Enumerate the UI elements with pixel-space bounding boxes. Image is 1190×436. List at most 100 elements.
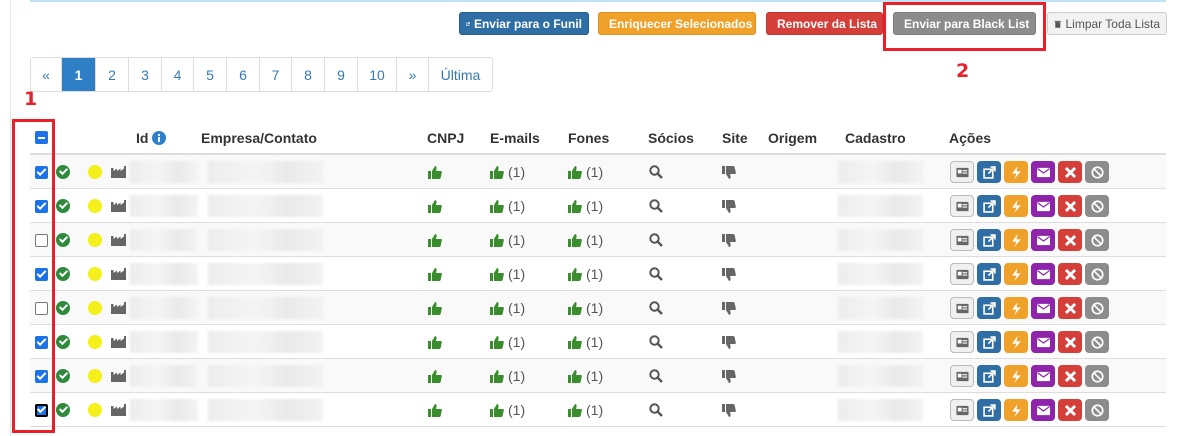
cnpj-cell[interactable] — [428, 189, 442, 223]
page-2[interactable]: 2 — [96, 58, 129, 91]
header-id[interactable]: Id — [136, 130, 167, 146]
emails-cell[interactable]: (1) — [490, 155, 525, 189]
emails-cell[interactable]: (1) — [490, 257, 525, 291]
emails-cell[interactable]: (1) — [490, 189, 525, 223]
header-site[interactable]: Site — [722, 130, 748, 146]
cnpj-cell[interactable] — [428, 359, 442, 393]
socios-cell[interactable] — [649, 393, 663, 427]
enrich-row-button[interactable] — [1004, 195, 1028, 217]
blacklist-row-button[interactable] — [1085, 399, 1109, 421]
pagination-prev[interactable]: « — [31, 58, 62, 91]
remove-row-button[interactable] — [1058, 229, 1082, 251]
view-card-button[interactable] — [950, 297, 974, 319]
enrich-row-button[interactable] — [1004, 229, 1028, 251]
send-to-funnel-row-button[interactable] — [977, 365, 1001, 387]
socios-cell[interactable] — [649, 223, 663, 257]
search-icon[interactable] — [649, 165, 663, 179]
redacted-company[interactable] — [208, 161, 323, 183]
info-icon[interactable] — [152, 131, 167, 145]
header-fones[interactable]: Fones — [568, 130, 609, 146]
emails-cell[interactable]: (1) — [490, 291, 525, 325]
view-card-button[interactable] — [950, 263, 974, 285]
email-row-button[interactable] — [1031, 365, 1055, 387]
page-3[interactable]: 3 — [129, 58, 162, 91]
page-8[interactable]: 8 — [292, 58, 325, 91]
cnpj-cell[interactable] — [428, 291, 442, 325]
header-cnpj[interactable]: CNPJ — [427, 130, 464, 146]
fones-cell[interactable]: (1) — [568, 223, 603, 257]
remove-row-button[interactable] — [1058, 399, 1082, 421]
blacklist-row-button[interactable] — [1085, 263, 1109, 285]
fones-cell[interactable]: (1) — [568, 393, 603, 427]
page-5[interactable]: 5 — [194, 58, 227, 91]
send-to-funnel-row-button[interactable] — [977, 331, 1001, 353]
view-card-button[interactable] — [950, 365, 974, 387]
blacklist-row-button[interactable] — [1085, 195, 1109, 217]
remove-row-button[interactable] — [1058, 297, 1082, 319]
enrich-row-button[interactable] — [1004, 365, 1028, 387]
remove-row-button[interactable] — [1058, 365, 1082, 387]
remove-row-button[interactable] — [1058, 263, 1082, 285]
emails-cell[interactable]: (1) — [490, 325, 525, 359]
send-to-funnel-row-button[interactable] — [977, 297, 1001, 319]
search-icon[interactable] — [649, 233, 663, 247]
search-icon[interactable] — [649, 267, 663, 281]
page-4[interactable]: 4 — [162, 58, 194, 91]
fones-cell[interactable]: (1) — [568, 359, 603, 393]
cnpj-cell[interactable] — [428, 223, 442, 257]
search-icon[interactable] — [649, 199, 663, 213]
cnpj-cell[interactable] — [428, 325, 442, 359]
blacklist-row-button[interactable] — [1085, 229, 1109, 251]
socios-cell[interactable] — [649, 257, 663, 291]
enrich-row-button[interactable] — [1004, 263, 1028, 285]
emails-cell[interactable]: (1) — [490, 393, 525, 427]
send-to-funnel-row-button[interactable] — [977, 229, 1001, 251]
header-socios[interactable]: Sócios — [648, 130, 694, 146]
socios-cell[interactable] — [649, 325, 663, 359]
fones-cell[interactable]: (1) — [568, 257, 603, 291]
view-card-button[interactable] — [950, 195, 974, 217]
enrich-selected-button[interactable]: Enriquecer Selecionados — [598, 12, 756, 35]
search-icon[interactable] — [649, 369, 663, 383]
search-icon[interactable] — [649, 335, 663, 349]
blacklist-row-button[interactable] — [1085, 161, 1109, 183]
redacted-company[interactable] — [208, 297, 323, 319]
header-cadastro[interactable]: Cadastro — [845, 130, 906, 146]
cnpj-cell[interactable] — [428, 257, 442, 291]
page-1[interactable]: 1 — [62, 58, 96, 91]
page-10[interactable]: 10 — [358, 58, 397, 91]
send-to-funnel-row-button[interactable] — [977, 161, 1001, 183]
email-row-button[interactable] — [1031, 399, 1055, 421]
fones-cell[interactable]: (1) — [568, 155, 603, 189]
send-to-funnel-row-button[interactable] — [977, 263, 1001, 285]
email-row-button[interactable] — [1031, 263, 1055, 285]
emails-cell[interactable]: (1) — [490, 223, 525, 257]
blacklist-row-button[interactable] — [1085, 297, 1109, 319]
page-7[interactable]: 7 — [260, 58, 292, 91]
email-row-button[interactable] — [1031, 161, 1055, 183]
enrich-row-button[interactable] — [1004, 399, 1028, 421]
enrich-row-button[interactable] — [1004, 161, 1028, 183]
email-row-button[interactable] — [1031, 229, 1055, 251]
pagination-last[interactable]: Última — [429, 58, 492, 91]
view-card-button[interactable] — [950, 331, 974, 353]
pagination-next[interactable]: » — [397, 58, 429, 91]
view-card-button[interactable] — [950, 399, 974, 421]
send-to-funnel-row-button[interactable] — [977, 399, 1001, 421]
redacted-company[interactable] — [208, 229, 323, 251]
enrich-row-button[interactable] — [1004, 297, 1028, 319]
page-6[interactable]: 6 — [227, 58, 260, 91]
redacted-company[interactable] — [208, 195, 323, 217]
email-row-button[interactable] — [1031, 297, 1055, 319]
redacted-company[interactable] — [208, 263, 323, 285]
emails-cell[interactable]: (1) — [490, 359, 525, 393]
header-empresa[interactable]: Empresa/Contato — [201, 130, 317, 146]
email-row-button[interactable] — [1031, 331, 1055, 353]
socios-cell[interactable] — [649, 291, 663, 325]
socios-cell[interactable] — [649, 359, 663, 393]
email-row-button[interactable] — [1031, 195, 1055, 217]
blacklist-row-button[interactable] — [1085, 331, 1109, 353]
view-card-button[interactable] — [950, 161, 974, 183]
socios-cell[interactable] — [649, 189, 663, 223]
fones-cell[interactable]: (1) — [568, 291, 603, 325]
